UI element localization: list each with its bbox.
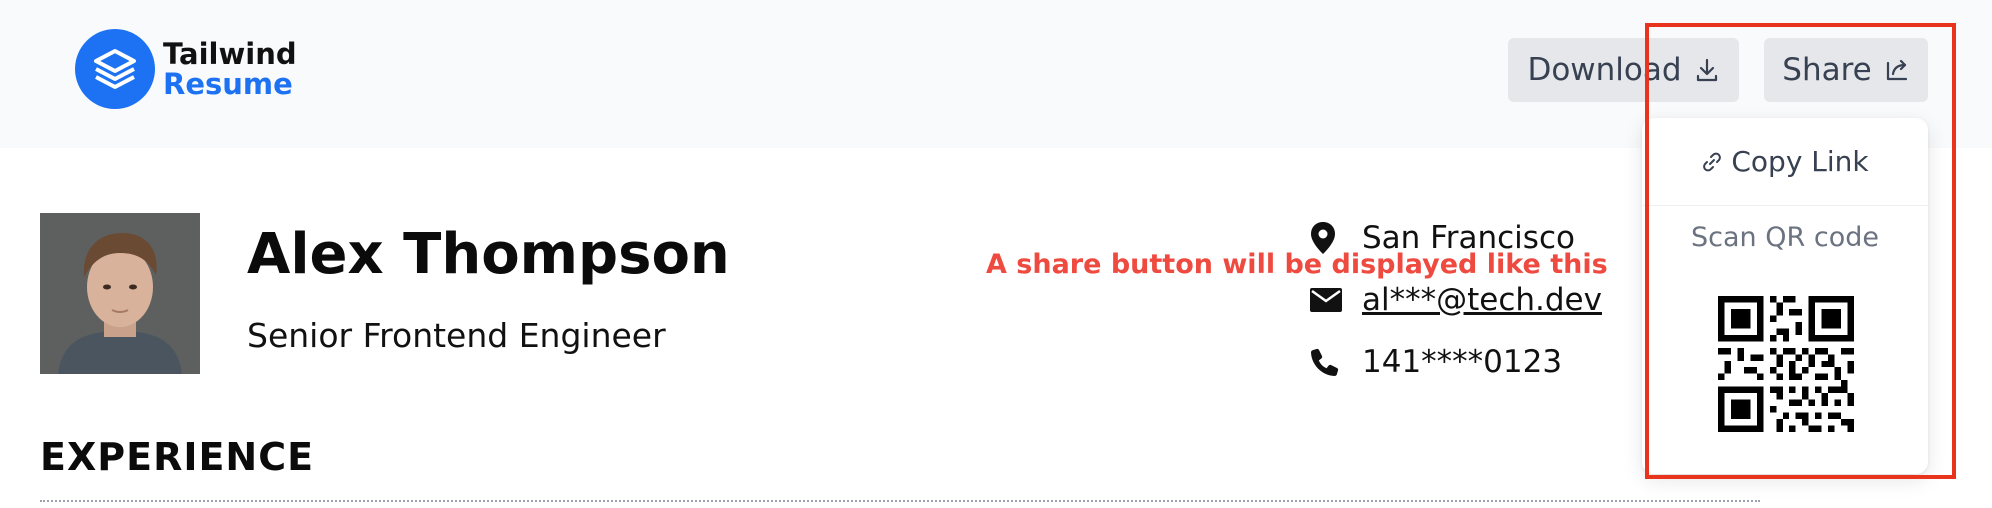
contact-location: San Francisco [1310, 220, 1575, 256]
stacked-layers-icon [75, 29, 155, 109]
contact-email[interactable]: al***@tech.dev [1310, 282, 1602, 318]
section-divider [40, 500, 1760, 502]
profile-title: Senior Frontend Engineer [247, 316, 666, 355]
avatar [40, 213, 200, 374]
location-text: San Francisco [1362, 220, 1575, 256]
phone-icon [1310, 347, 1350, 377]
map-pin-icon [1310, 221, 1350, 255]
phone-text: 141****0123 [1362, 344, 1563, 380]
profile-name: Alex Thompson [247, 222, 730, 287]
contact-phone: 141****0123 [1310, 344, 1562, 380]
email-link[interactable]: al***@tech.dev [1362, 282, 1602, 318]
logo-text-tailwind: Tailwind [163, 37, 297, 71]
share-highlight-frame [1645, 23, 1956, 479]
logo[interactable]: Tailwind Resume [75, 29, 297, 109]
envelope-icon [1310, 288, 1350, 312]
experience-heading: EXPERIENCE [40, 435, 315, 479]
logo-text-resume: Resume [163, 67, 293, 101]
